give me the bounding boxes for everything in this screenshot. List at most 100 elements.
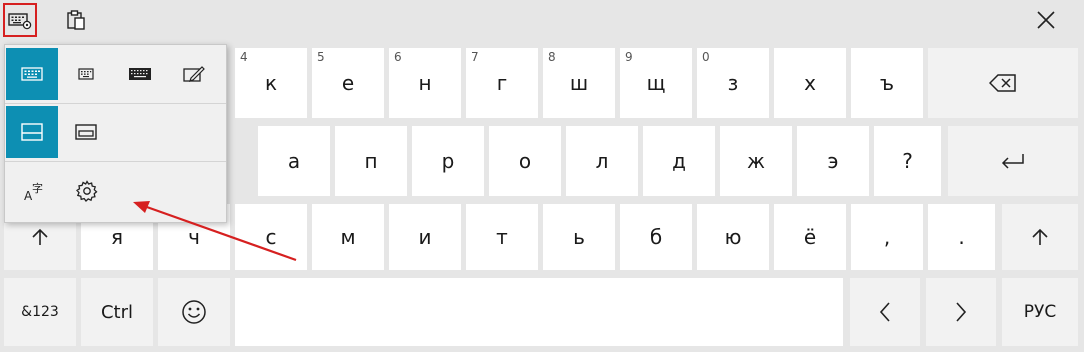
space-bar[interactable]	[235, 278, 843, 346]
left-arrow-key[interactable]	[850, 278, 920, 346]
key-label: м	[340, 225, 356, 249]
key-label: я	[110, 225, 124, 249]
close-keyboard-button[interactable]	[1030, 4, 1062, 36]
layout-handwriting-option[interactable]	[168, 48, 220, 100]
svg-text:字: 字	[32, 181, 43, 195]
enter-key[interactable]	[948, 126, 1078, 196]
key-label: з	[727, 71, 739, 95]
key-question[interactable]: ?	[874, 126, 941, 196]
key-label: &123	[21, 304, 59, 320]
ctrl-key[interactable]: Ctrl	[81, 278, 153, 346]
key-hint: 7	[471, 50, 479, 64]
undocked-keyboard-icon	[75, 123, 97, 141]
key-label: т	[496, 225, 508, 249]
key-label: д	[672, 149, 686, 173]
key-l[interactable]: л	[566, 126, 638, 196]
key-label: х	[804, 71, 816, 95]
undocked-mode-option[interactable]	[60, 106, 112, 158]
menu-separator	[5, 161, 226, 162]
key-m[interactable]: м	[312, 204, 384, 270]
key-s[interactable]: с	[235, 204, 307, 270]
key-label: ш	[569, 71, 589, 95]
layout-default-option[interactable]	[6, 48, 58, 100]
symbols-key[interactable]: &123	[4, 278, 76, 346]
language-input-icon: A字	[23, 180, 47, 202]
key-label: г	[496, 71, 508, 95]
key-n[interactable]: 6н	[389, 48, 461, 118]
right-arrow-key[interactable]	[926, 278, 996, 346]
layout-small-option[interactable]	[60, 48, 112, 100]
key-b[interactable]: б	[620, 204, 692, 270]
key-label: б	[649, 225, 663, 249]
key-hard-sign[interactable]: ъ	[851, 48, 923, 118]
handwriting-icon	[183, 64, 205, 84]
clipboard-button[interactable]	[60, 4, 92, 36]
key-label: к	[264, 71, 278, 95]
keyboard-small-icon	[78, 68, 94, 80]
keyboard-settings-icon	[7, 10, 33, 30]
key-yo[interactable]: ё	[774, 204, 846, 270]
key-label: р	[441, 149, 455, 173]
key-label: ь	[573, 225, 585, 249]
key-hint: 0	[702, 50, 710, 64]
key-t[interactable]: т	[466, 204, 538, 270]
key-k[interactable]: 4к	[235, 48, 307, 118]
keyboard-layout-menu: A字	[4, 44, 227, 223]
keyboard-full-icon	[128, 67, 152, 81]
key-e[interactable]: э	[797, 126, 869, 196]
docked-mode-option[interactable]	[6, 106, 58, 158]
keyboard-settings-option[interactable]	[61, 165, 113, 217]
emoji-key[interactable]	[158, 278, 230, 346]
keyboard-default-icon	[21, 67, 43, 81]
layout-full-option[interactable]	[114, 48, 166, 100]
key-comma[interactable]: ,	[851, 204, 923, 270]
key-yu[interactable]: ю	[697, 204, 769, 270]
key-zh[interactable]: ж	[720, 126, 792, 196]
key-label: ж	[746, 149, 766, 173]
key-sh[interactable]: 8ш	[543, 48, 615, 118]
gear-icon	[75, 179, 99, 203]
shift-key-right[interactable]	[1002, 204, 1078, 270]
smiley-icon	[180, 298, 208, 326]
key-label: ю	[724, 225, 742, 249]
keyboard-top-bar	[0, 0, 1084, 40]
key-label: и	[418, 225, 432, 249]
key-label: е	[341, 71, 355, 95]
key-label: ,	[883, 225, 891, 249]
language-settings-option[interactable]: A字	[9, 165, 61, 217]
key-r[interactable]: р	[412, 126, 484, 196]
key-label: а	[287, 149, 301, 173]
key-hint: 5	[317, 50, 325, 64]
key-d[interactable]: д	[643, 126, 715, 196]
key-label: н	[418, 71, 432, 95]
backspace-icon	[989, 73, 1017, 93]
key-period[interactable]: .	[928, 204, 995, 270]
key-label: ъ	[879, 71, 895, 95]
key-soft-sign[interactable]: ь	[543, 204, 615, 270]
key-label: э	[827, 149, 839, 173]
key-z[interactable]: 0з	[697, 48, 769, 118]
backspace-key[interactable]	[928, 48, 1078, 118]
key-label: ч	[188, 225, 200, 249]
key-kh[interactable]: х	[774, 48, 846, 118]
key-ye[interactable]: 5е	[312, 48, 384, 118]
key-label: щ	[646, 71, 666, 95]
key-label: .	[958, 225, 965, 249]
key-p[interactable]: п	[335, 126, 407, 196]
clipboard-icon	[65, 9, 87, 31]
key-o[interactable]: о	[489, 126, 561, 196]
key-label: о	[518, 149, 532, 173]
key-a[interactable]: а	[258, 126, 330, 196]
key-shch[interactable]: 9щ	[620, 48, 692, 118]
shift-arrow-icon	[1031, 227, 1049, 247]
key-label: Ctrl	[100, 301, 134, 323]
key-label: ё	[803, 225, 817, 249]
key-label: ?	[902, 149, 913, 173]
language-key[interactable]: РУС	[1002, 278, 1078, 346]
key-label: л	[595, 149, 609, 173]
keyboard-layout-button[interactable]	[3, 3, 37, 37]
key-i[interactable]: и	[389, 204, 461, 270]
key-hint: 4	[240, 50, 248, 64]
key-label: с	[265, 225, 277, 249]
key-g[interactable]: 7г	[466, 48, 538, 118]
